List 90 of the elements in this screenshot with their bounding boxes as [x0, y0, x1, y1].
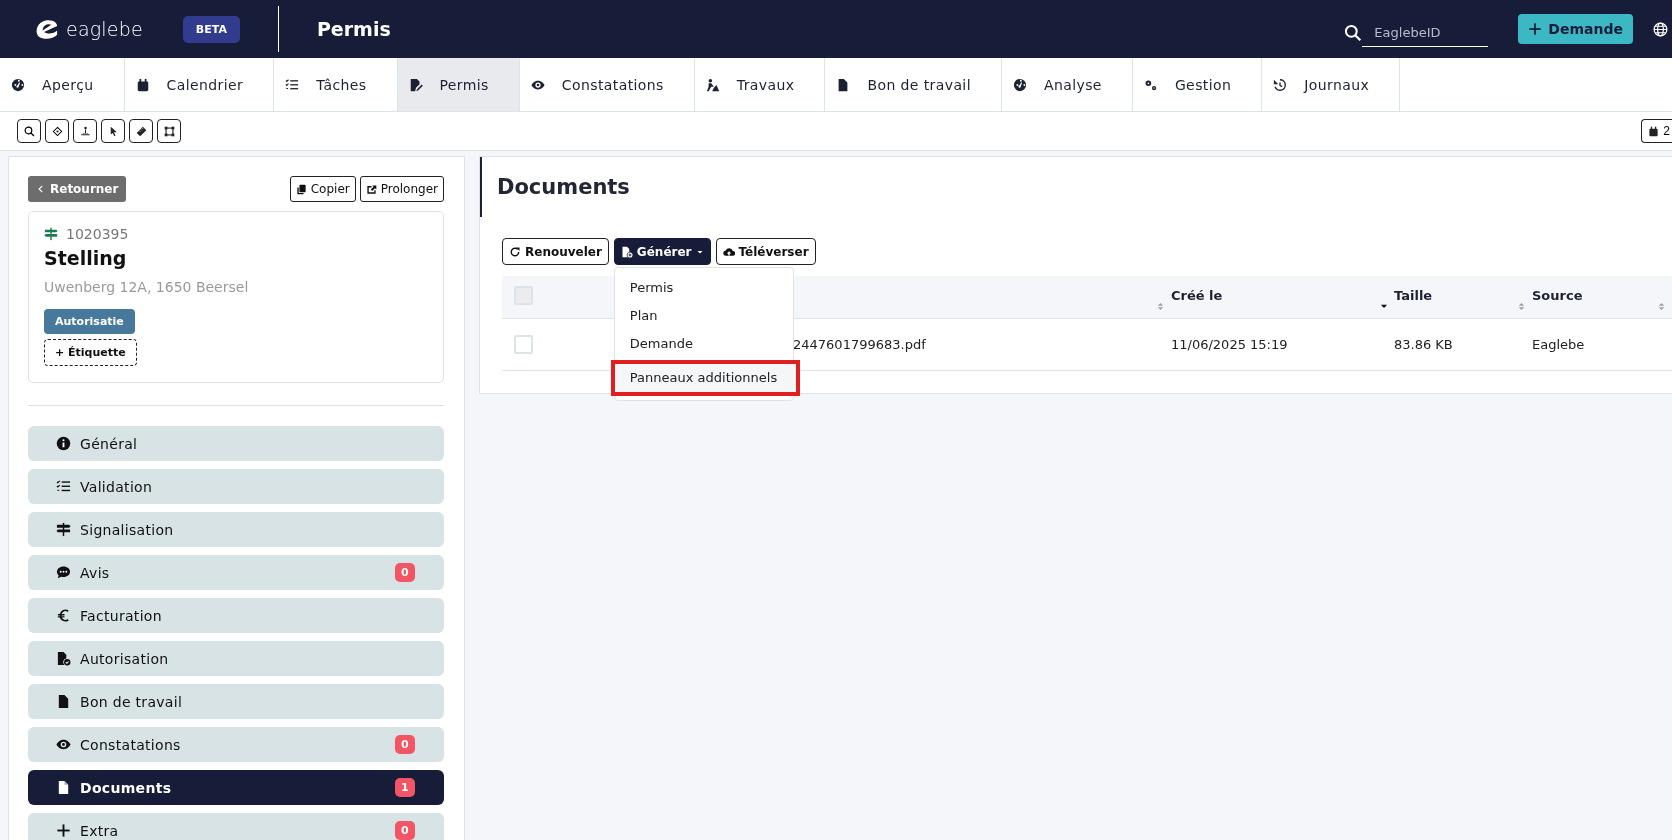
new-request-button[interactable]: Demande [1518, 14, 1633, 44]
signpost-icon [44, 227, 58, 241]
square-select-icon [163, 125, 175, 137]
search-tool-button[interactable] [17, 119, 41, 143]
count-badge: 0 [395, 821, 415, 840]
share-icon [365, 183, 377, 195]
ruler-icon [135, 125, 147, 137]
section-title: Documents [497, 175, 630, 199]
section-item[interactable]: Extra 0 [28, 813, 444, 840]
euro-icon [56, 608, 71, 623]
nav-tab[interactable]: Journaux [1262, 58, 1401, 111]
chevron-left-icon [36, 184, 46, 194]
generate-button[interactable]: Générer [613, 238, 711, 265]
plus-icon [56, 823, 71, 838]
nav-tab[interactable]: Tâches [274, 58, 398, 111]
add-label-button[interactable]: + Étiquette [44, 339, 137, 366]
record-title: Stelling [44, 247, 127, 269]
section-item[interactable]: Constatations 0 [28, 727, 444, 762]
section-item[interactable]: Signalisation [28, 512, 444, 547]
checklist-icon [56, 479, 71, 494]
digging-figure-icon [705, 77, 720, 92]
nav-tab[interactable]: Analyse [1001, 58, 1133, 111]
menu-item[interactable]: Panneaux additionnels [610, 360, 800, 396]
section-item[interactable]: Documents 1 [28, 770, 444, 805]
table-cell: Eaglebe [1532, 337, 1585, 352]
section-item[interactable]: Avis 0 [28, 555, 444, 590]
search-field[interactable]: EaglebeID [1362, 19, 1489, 47]
checklist-icon [285, 77, 300, 92]
section-item[interactable]: Autorisation [28, 641, 444, 676]
table-cell: 2447601799683.pdf [793, 337, 926, 352]
nav-tab[interactable]: Gestion [1132, 58, 1263, 111]
square-select-tool-button[interactable] [157, 119, 181, 143]
nav-tab[interactable]: Calendrier [124, 58, 275, 111]
nav-tab[interactable]: Travaux [694, 58, 826, 111]
renew-button[interactable]: Renouveler [502, 238, 609, 265]
status-tag: Autorisatie [44, 309, 135, 334]
checkbox[interactable] [514, 286, 533, 305]
pointer-tool-button[interactable] [101, 119, 125, 143]
calendar-icon [1648, 125, 1660, 137]
pin-tool-button[interactable] [73, 119, 97, 143]
crosshair-tool-button[interactable] [45, 119, 69, 143]
count-badge: 1 [395, 778, 415, 797]
signpost-icon [56, 522, 71, 537]
info-icon [56, 436, 71, 451]
nav-tab[interactable]: Bon de travail [825, 58, 1002, 111]
copy-button[interactable]: Copier [289, 176, 356, 202]
pin-icon [79, 125, 91, 137]
count-badge: 0 [395, 735, 415, 754]
eye-icon [56, 737, 71, 752]
plus-icon [1528, 22, 1543, 36]
ruler-tool-button[interactable] [129, 119, 153, 143]
nav-tab[interactable]: Aperçu [0, 58, 125, 111]
globe-icon[interactable] [1653, 21, 1668, 37]
document-plus-icon [620, 245, 633, 258]
refresh-icon [509, 245, 521, 258]
page-title: Permis [316, 18, 391, 40]
search-icon [1344, 24, 1363, 42]
record-address: Uwenberg 12A, 1650 Beersel [44, 279, 249, 295]
count-badge: 0 [395, 563, 415, 582]
menu-item[interactable]: Demande [614, 330, 793, 358]
date-button[interactable]: 2 [1641, 119, 1672, 143]
nav-tab[interactable]: Permis [397, 58, 520, 111]
back-button[interactable]: Retourner [28, 176, 127, 202]
section-item[interactable]: Validation [28, 469, 444, 504]
history-icon [1273, 77, 1288, 92]
gauge-icon [1012, 77, 1027, 92]
checkbox[interactable] [514, 335, 533, 354]
document-icon [56, 780, 71, 795]
upload-button[interactable]: Téléverser [715, 238, 816, 265]
document-icon [56, 694, 71, 709]
copy-icon [295, 183, 307, 195]
cloud-upload-icon [722, 245, 735, 258]
document-pen-icon [408, 77, 423, 92]
extend-button[interactable]: Prolonger [359, 176, 444, 202]
section-item[interactable]: Général [28, 426, 444, 461]
search-icon [23, 125, 35, 137]
table-cell: 11/06/2025 15:19 [1171, 337, 1288, 352]
calendar-icon [135, 77, 150, 92]
speech-bubble-icon [56, 565, 71, 580]
nav-tab[interactable]: Constatations [519, 58, 695, 111]
crosshair-icon [51, 125, 63, 137]
section-item[interactable]: Facturation [28, 598, 444, 633]
table-cell: 83.86 KB [1394, 337, 1453, 352]
gauge-icon [11, 77, 25, 92]
beta-badge: BETA [182, 15, 240, 43]
menu-item[interactable]: Plan [614, 302, 793, 330]
record-id: 1020395 [66, 226, 129, 242]
document-check-icon [56, 651, 71, 666]
brand-name: eaglebe [66, 18, 143, 40]
section-item[interactable]: Bon de travail [28, 684, 444, 719]
